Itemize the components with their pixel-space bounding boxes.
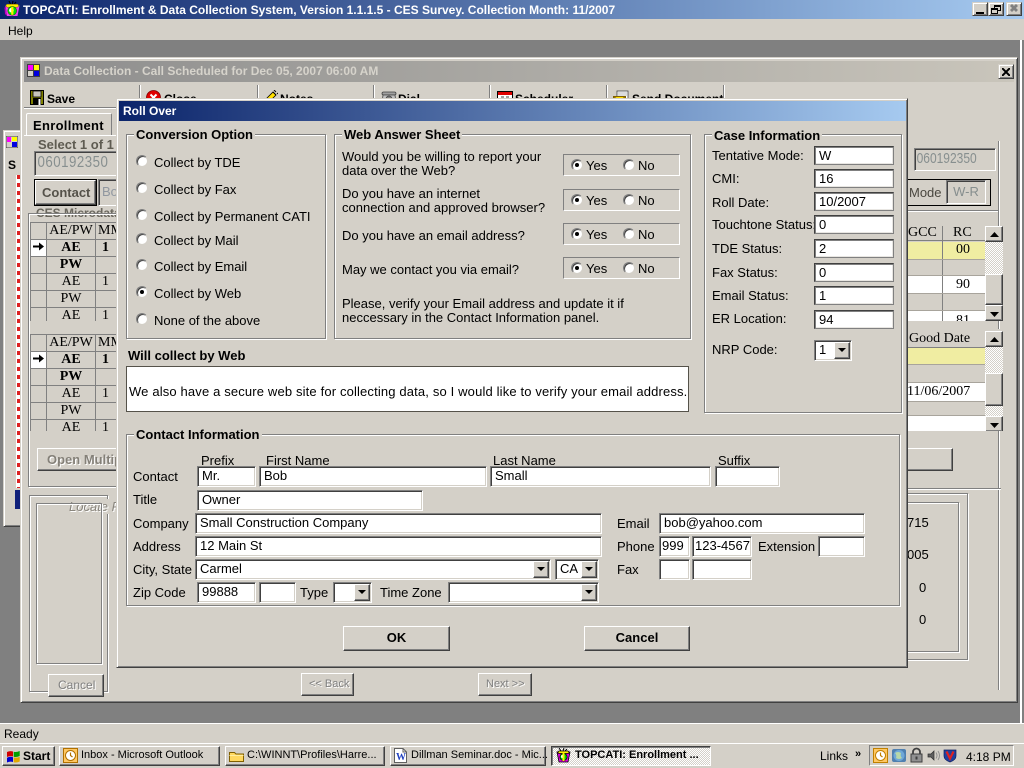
svg-text:W: W (396, 752, 406, 763)
